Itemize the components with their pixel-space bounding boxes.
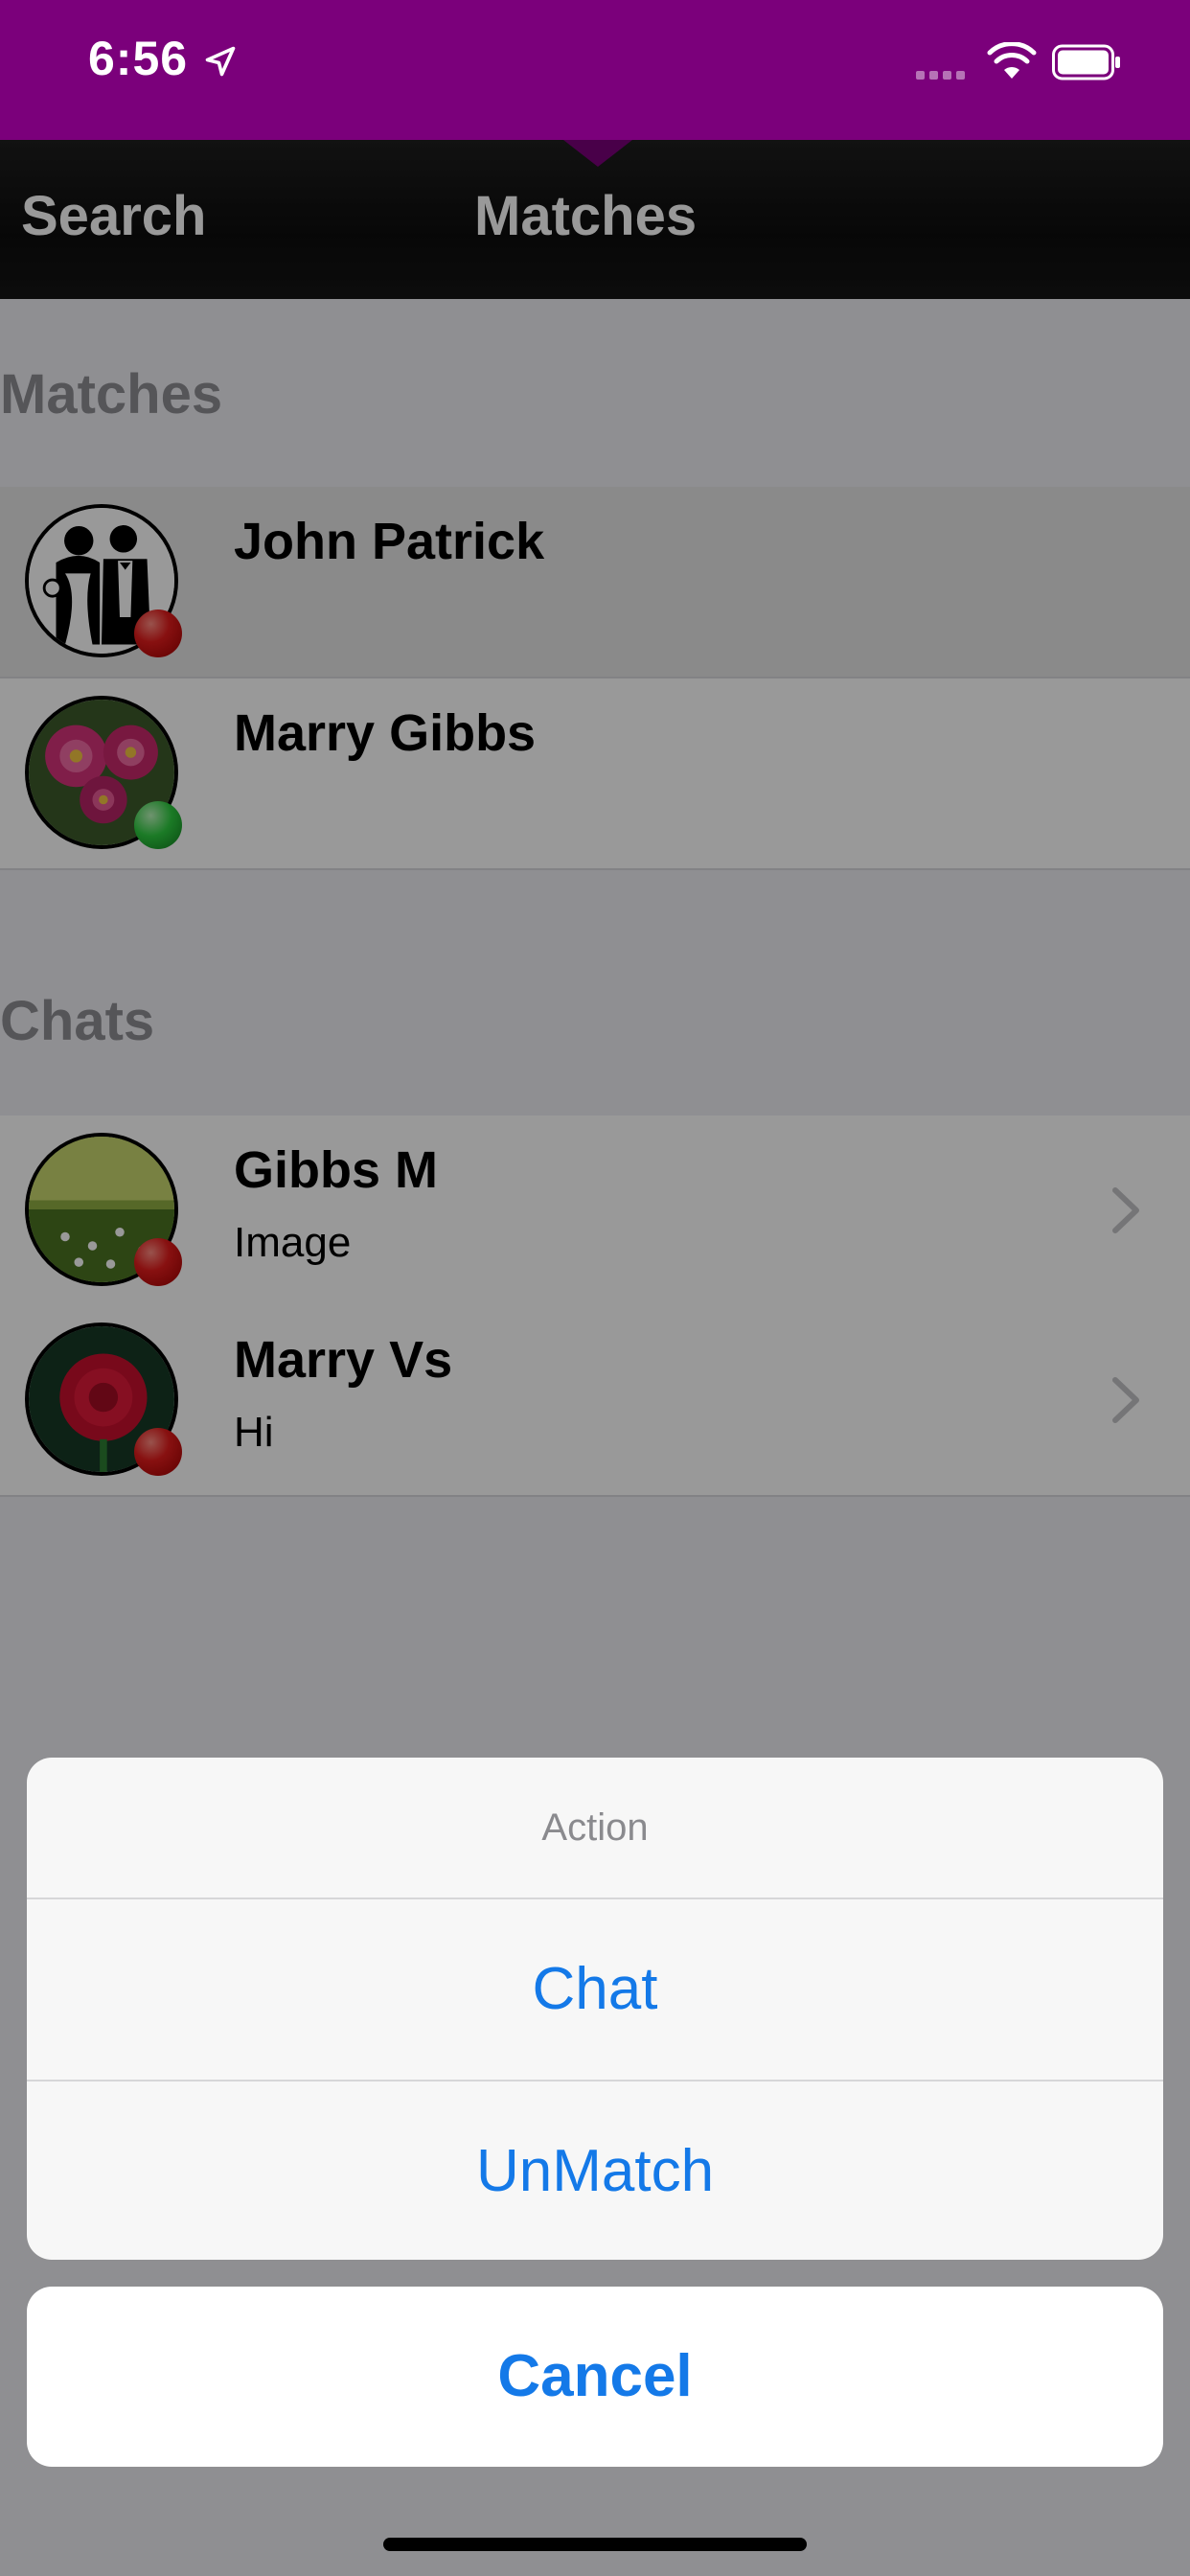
cancel-button[interactable]: Cancel (27, 2287, 1163, 2467)
cellular-signal-icon (916, 67, 972, 80)
chat-button[interactable]: Chat (27, 1899, 1163, 2082)
wifi-icon (987, 42, 1037, 79)
action-sheet-title: Action (27, 1758, 1163, 1899)
unmatch-button[interactable]: UnMatch (27, 2082, 1163, 2260)
status-time: 6:56 (88, 32, 189, 85)
home-indicator[interactable] (383, 2538, 807, 2551)
status-bar: 6:56 (0, 0, 1190, 140)
location-arrow-icon (205, 46, 236, 77)
action-sheet: Action Chat UnMatch (27, 1758, 1163, 2260)
battery-icon (1052, 44, 1120, 80)
